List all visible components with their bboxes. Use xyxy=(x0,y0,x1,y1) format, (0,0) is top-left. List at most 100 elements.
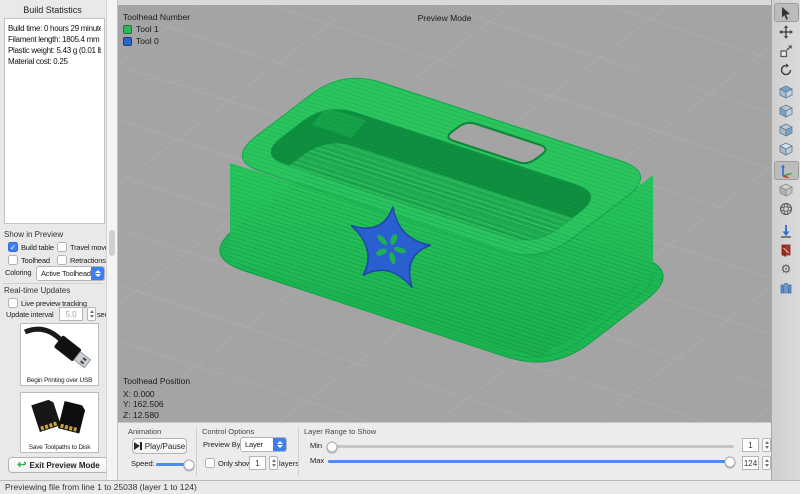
only-show-stepper[interactable] xyxy=(269,456,278,470)
min-layer-stepper[interactable] xyxy=(762,438,771,452)
toolheads-button[interactable] xyxy=(774,278,799,297)
panel-scrollbar[interactable] xyxy=(106,0,117,480)
stat-build-time: Build time: 0 hours 29 minutes xyxy=(8,23,101,34)
wireframe-sphere-icon xyxy=(779,202,793,216)
checkbox-icon[interactable] xyxy=(8,255,18,265)
checkbox-toolhead[interactable]: Toolhead xyxy=(8,255,56,265)
only-show-checkbox[interactable]: Only show xyxy=(205,458,251,468)
animation-label: Animation xyxy=(128,427,161,436)
min-slider-knob[interactable] xyxy=(327,441,338,452)
checkbox-icon[interactable] xyxy=(57,242,67,252)
checkbox-icon[interactable]: ✓ xyxy=(8,242,18,252)
preview-mode-title: Preview Mode xyxy=(118,13,771,23)
drop-to-bed-tool[interactable] xyxy=(774,221,799,240)
rotate-tool[interactable] xyxy=(774,60,799,79)
layer-range-label: Layer Range to Show xyxy=(304,427,376,436)
view-top-button[interactable] xyxy=(774,139,799,158)
back-arrow-icon: ↩ xyxy=(17,460,26,470)
stat-plastic-weight: Plastic weight: 5.43 g (0.01 lb) xyxy=(8,45,101,56)
coloring-dropdown[interactable]: Active Toolhead xyxy=(36,266,105,281)
axes-icon xyxy=(779,164,793,178)
cube-iso-icon xyxy=(779,85,793,99)
select-tool[interactable] xyxy=(774,3,799,22)
tool0-color-chip xyxy=(123,37,132,46)
toolhead-x: X: 0.000 xyxy=(123,389,190,400)
max-layer-stepper[interactable] xyxy=(762,456,771,470)
3d-scene[interactable] xyxy=(118,5,771,480)
max-slider-knob[interactable] xyxy=(724,456,735,467)
checkbox-icon[interactable] xyxy=(57,255,67,265)
panel-title: Build Statistics xyxy=(0,5,105,15)
view-front-button[interactable] xyxy=(774,101,799,120)
sd-cards-icon xyxy=(21,393,98,439)
cube-right-icon xyxy=(779,123,793,137)
speed-slider[interactable] xyxy=(156,463,189,466)
update-interval-input[interactable]: 5.0 xyxy=(59,307,83,321)
min-label: Min xyxy=(310,441,322,450)
preview-3d-viewport[interactable]: Toolhead Number Tool 1 Tool 0 Preview Mo… xyxy=(118,5,771,480)
begin-printing-usb-button[interactable]: Begin Printing over USB xyxy=(20,323,99,386)
control-options-label: Control Options xyxy=(202,427,254,436)
checkbox-build-table[interactable]: ✓ Build table xyxy=(8,242,56,252)
stat-filament-length: Filament length: 1805.4 mm xyxy=(8,34,101,45)
gear-icon: ⚙ xyxy=(781,263,792,275)
cube-front-icon xyxy=(779,104,793,118)
printed-model[interactable] xyxy=(220,78,663,362)
checkbox-icon[interactable] xyxy=(205,458,215,468)
scrollbar-thumb[interactable] xyxy=(109,230,115,256)
toolhead-z: Z: 12.580 xyxy=(123,410,190,421)
checkbox-travel-moves[interactable]: Travel moves xyxy=(57,242,112,252)
preview-control-bar: Animation Play/Pause Speed: Control Opti… xyxy=(118,422,771,480)
speed-label: Speed: xyxy=(131,459,155,468)
status-bar: Previewing file from line 1 to 25038 (la… xyxy=(0,480,800,494)
checkbox-retractions[interactable]: Retractions xyxy=(57,255,106,265)
cross-section-icon xyxy=(779,243,793,257)
view-iso-button[interactable] xyxy=(774,82,799,101)
cube-top-icon xyxy=(779,142,793,156)
min-layer-input[interactable]: 1 xyxy=(742,438,759,452)
scale-icon xyxy=(779,44,793,58)
speed-slider-knob[interactable] xyxy=(184,459,195,470)
play-pause-button[interactable]: Play/Pause xyxy=(132,438,187,454)
update-interval-stepper[interactable] xyxy=(87,307,96,321)
toolhead-position: Toolhead Position X: 0.000 Y: 162.506 Z:… xyxy=(123,376,190,420)
legend-item-tool1: Tool 1 xyxy=(123,24,190,34)
layers-unit-label: layers xyxy=(279,459,299,468)
preview-by-dropdown[interactable]: Layer xyxy=(240,437,287,452)
checkbox-icon[interactable] xyxy=(8,298,18,308)
play-pause-icon xyxy=(134,442,142,450)
wireframe-view-toggle[interactable] xyxy=(774,199,799,218)
divider xyxy=(196,427,197,476)
preview-by-label: Preview By xyxy=(203,440,241,449)
show-in-preview-label: Show in Preview xyxy=(4,230,63,239)
max-layer-slider[interactable] xyxy=(328,460,734,463)
cursor-icon xyxy=(779,6,793,20)
save-toolpaths-disk-button[interactable]: Save Toolpaths to Disk xyxy=(20,392,99,453)
coloring-label: Coloring xyxy=(5,268,31,277)
stat-material-cost: Material cost: 0.25 xyxy=(8,56,101,67)
down-arrow-icon xyxy=(779,224,793,238)
app-window: Build Statistics Build time: 0 hours 29 … xyxy=(0,0,800,494)
move-arrows-icon xyxy=(779,25,793,39)
update-interval-label: Update interval xyxy=(6,310,53,319)
divider xyxy=(3,283,103,284)
only-show-input[interactable]: 1 xyxy=(249,456,266,470)
machine-settings-button[interactable]: ⚙ xyxy=(774,259,799,278)
move-tool[interactable] xyxy=(774,22,799,41)
tool1-color-chip xyxy=(123,25,132,34)
solid-model-toggle[interactable] xyxy=(774,180,799,199)
dropdown-arrows-icon xyxy=(91,266,104,281)
toolheads-icon xyxy=(779,281,793,295)
build-stats-box: Build time: 0 hours 29 minutes Filament … xyxy=(4,18,105,224)
view-right-button[interactable] xyxy=(774,120,799,139)
realtime-updates-label: Real-time Updates xyxy=(4,286,70,295)
cross-section-tool[interactable] xyxy=(774,240,799,259)
coordinate-axes-toggle[interactable] xyxy=(774,161,799,180)
rotate-icon xyxy=(779,63,793,77)
legend-item-tool0: Tool 0 xyxy=(123,36,190,46)
min-layer-slider[interactable] xyxy=(328,445,734,448)
scale-tool[interactable] xyxy=(774,41,799,60)
max-layer-input[interactable]: 124 xyxy=(742,456,759,470)
exit-preview-mode-button[interactable]: ↩ Exit Preview Mode xyxy=(8,457,109,473)
divider xyxy=(298,427,299,476)
